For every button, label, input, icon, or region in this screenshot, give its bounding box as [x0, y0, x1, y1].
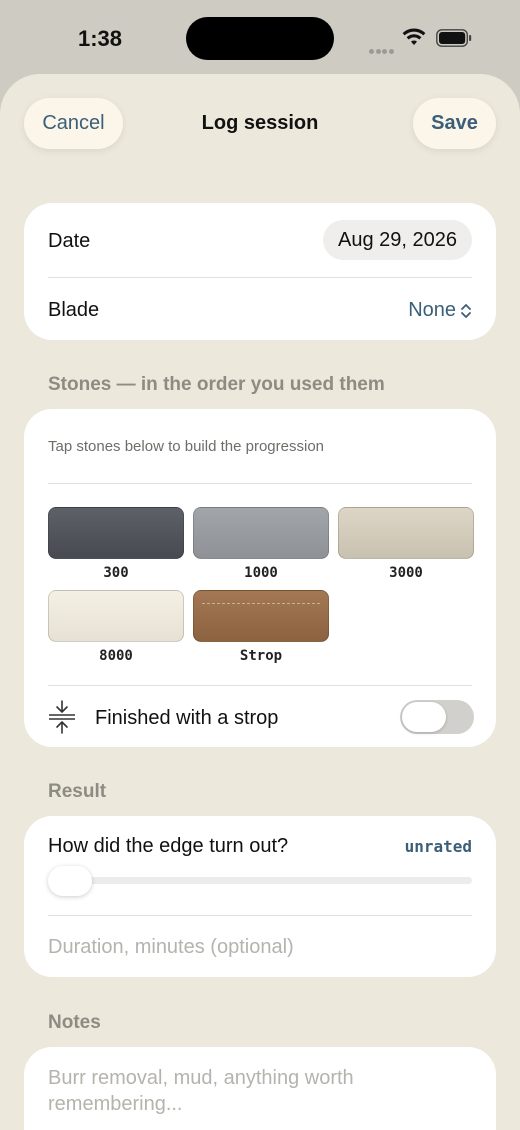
stones-card: Tap stones below to build the progressio… — [24, 409, 496, 747]
stone-300[interactable] — [48, 507, 184, 559]
log-session-sheet: Cancel Log session Save Date Aug 29, 202… — [0, 74, 520, 1130]
stones-hint: Tap stones below to build the progressio… — [48, 438, 325, 455]
notes-card: Burr removal, mud, anything worth rememb… — [24, 1047, 496, 1130]
stone-label: 8000 — [99, 648, 133, 664]
stone-label: 1000 — [244, 565, 278, 581]
status-time: 1:38 — [78, 26, 123, 51]
dynamic-island — [186, 17, 334, 60]
date-value: Aug 29, 2026 — [338, 228, 457, 251]
duration-field[interactable]: Duration, minutes (optional) — [48, 936, 294, 959]
stone-label: 3000 — [389, 565, 423, 581]
stone-1000[interactable] — [193, 507, 329, 559]
divider — [48, 685, 472, 686]
stones-section-header: Stones — in the order you used them — [48, 374, 385, 395]
strop-toggle-label: Finished with a strop — [95, 707, 279, 729]
divider — [48, 483, 472, 484]
divider — [48, 915, 472, 916]
blade-picker[interactable]: None — [408, 299, 472, 322]
edge-rating-slider[interactable] — [48, 877, 472, 884]
edge-question: How did the edge turn out? — [48, 835, 289, 857]
wifi-icon — [402, 28, 426, 45]
result-section-header: Result — [48, 781, 107, 802]
stone-3000[interactable] — [338, 507, 474, 559]
notes-section-header: Notes — [48, 1012, 101, 1033]
toggle-knob — [402, 702, 446, 732]
signal-icon — [369, 41, 397, 54]
blade-value: None — [408, 299, 456, 321]
stone-8000[interactable] — [48, 590, 184, 642]
status-bar: 1:38 — [0, 0, 520, 74]
compress-arrows-icon — [49, 700, 75, 734]
details-card: Date Aug 29, 2026 Blade None — [24, 203, 496, 340]
slider-thumb[interactable] — [48, 866, 92, 896]
battery-icon — [436, 29, 472, 47]
notes-field[interactable]: Burr removal, mud, anything worth rememb… — [48, 1065, 468, 1117]
blade-label: Blade — [48, 299, 100, 321]
date-label: Date — [48, 230, 91, 252]
edge-rating-value: unrated — [404, 837, 472, 856]
strop-toggle[interactable] — [400, 700, 474, 734]
chevron-up-down-icon — [461, 303, 471, 318]
result-card: How did the edge turn out? unrated Durat… — [24, 816, 496, 977]
date-picker[interactable]: Aug 29, 2026 — [323, 220, 472, 260]
stone-label: Strop — [239, 648, 283, 664]
save-button[interactable]: Save — [413, 98, 496, 149]
stone-label: 300 — [103, 565, 129, 581]
stone-strop[interactable] — [193, 590, 329, 642]
divider — [48, 277, 472, 278]
